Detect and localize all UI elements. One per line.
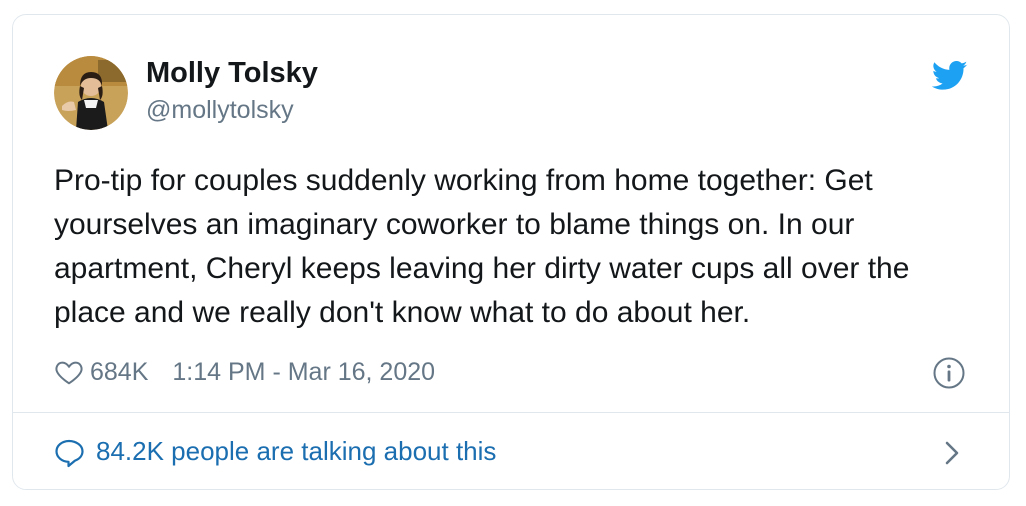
tweet-meta: 684K 1:14 PM - Mar 16, 2020 bbox=[54, 354, 435, 390]
author-name[interactable]: Molly Tolsky bbox=[146, 55, 318, 91]
tweet-text: Pro-tip for couples suddenly working fro… bbox=[54, 164, 910, 329]
like-button[interactable]: 684K bbox=[54, 357, 148, 387]
conversation-label: 84.2K people are talking about this bbox=[96, 436, 497, 466]
speech-bubble-icon bbox=[55, 439, 84, 468]
heart-icon bbox=[55, 361, 83, 385]
avatar[interactable] bbox=[54, 56, 128, 130]
author-handle[interactable]: @mollytolsky bbox=[146, 94, 294, 126]
info-icon[interactable] bbox=[932, 356, 966, 390]
like-count: 684K bbox=[90, 357, 149, 386]
conversation-link[interactable]: 84.2K people are talking about this bbox=[13, 413, 1009, 489]
twitter-bird-icon[interactable] bbox=[932, 61, 968, 91]
tweet-timestamp[interactable]: 1:14 PM - Mar 16, 2020 bbox=[172, 358, 435, 387]
chevron-right-icon bbox=[945, 441, 959, 465]
tweet-card: Molly Tolsky @mollytolsky Pro-tip for co… bbox=[12, 14, 1010, 490]
